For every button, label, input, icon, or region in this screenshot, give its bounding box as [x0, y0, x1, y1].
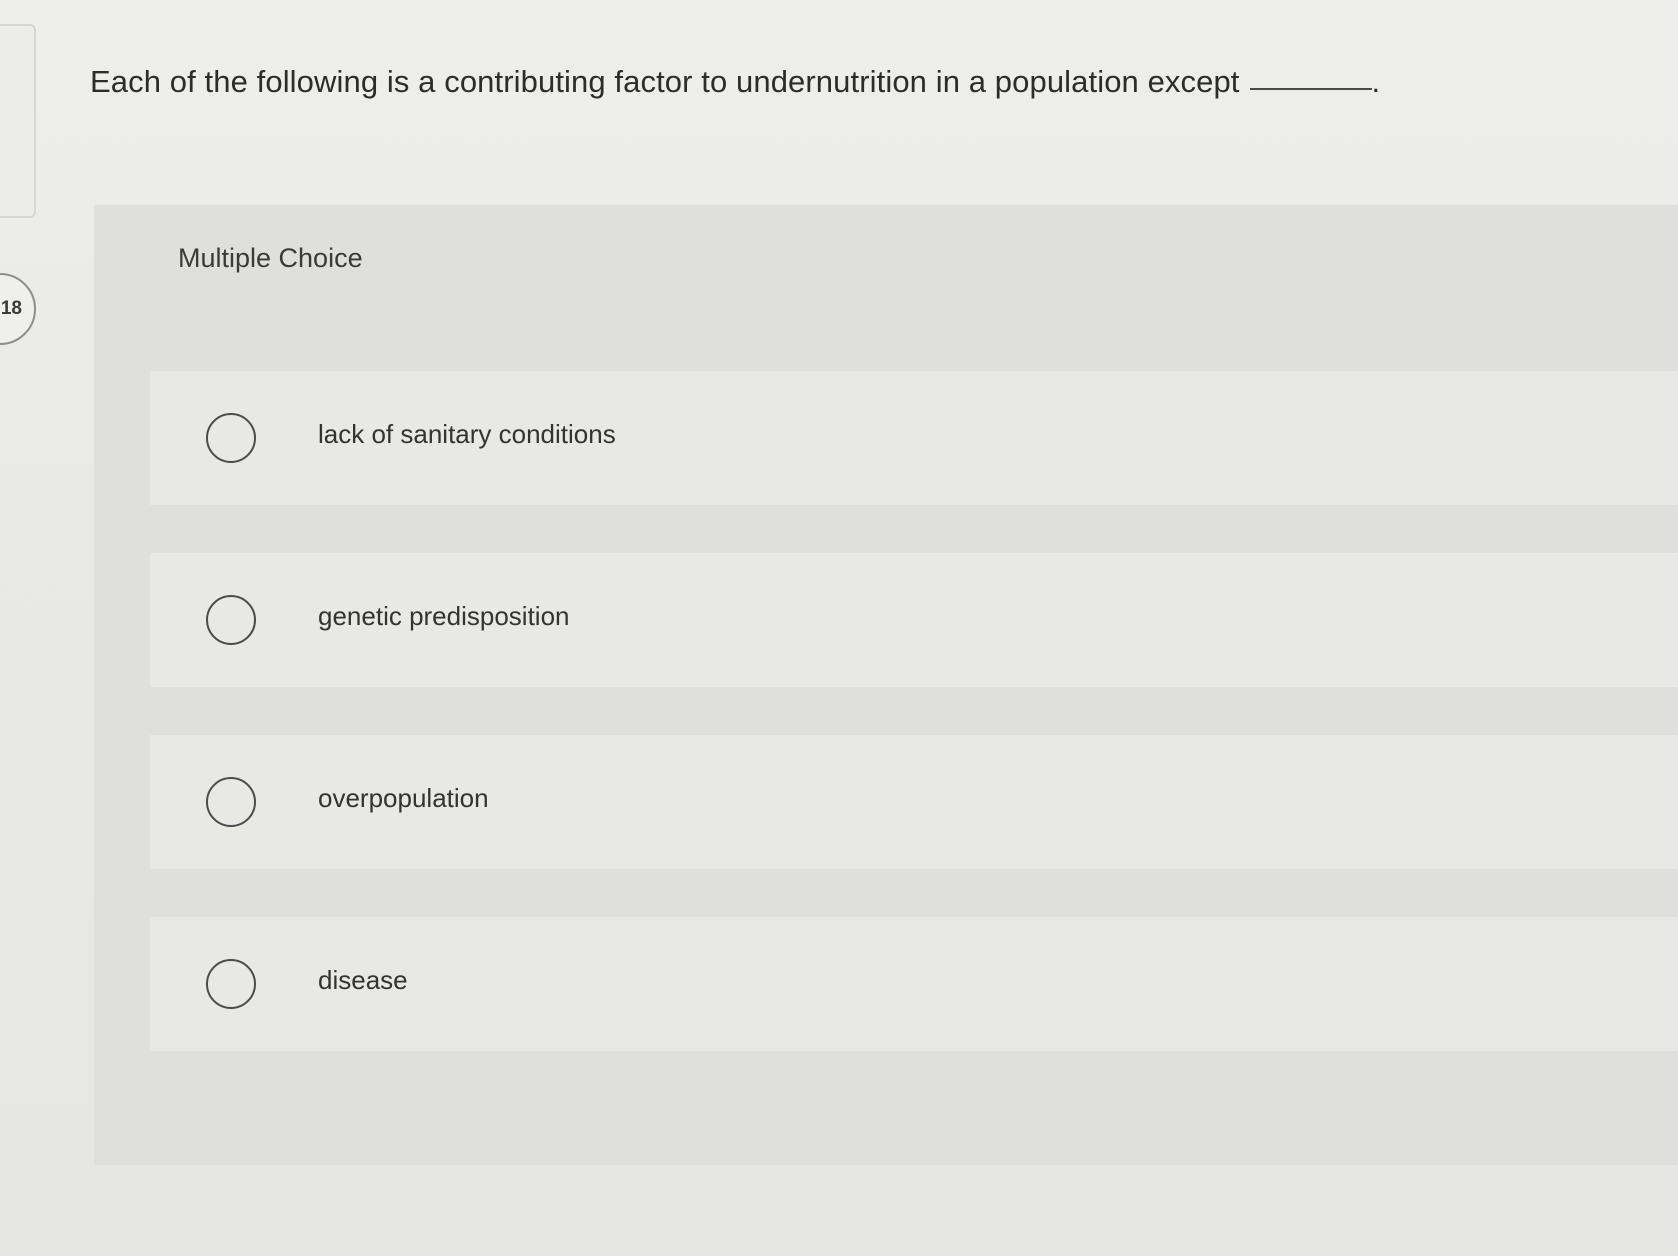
radio-unchecked-icon[interactable]	[206, 413, 256, 463]
side-tab	[0, 24, 36, 218]
answer-option[interactable]: genetic predisposition	[150, 553, 1678, 687]
question-text: Each of the following is a contributing …	[90, 64, 1240, 99]
question-type-label: Multiple Choice	[178, 243, 363, 273]
answer-option-label: genetic predisposition	[318, 601, 570, 631]
answer-option-label: overpopulation	[318, 783, 489, 813]
answer-blank	[1249, 88, 1372, 90]
answer-option[interactable]: overpopulation	[150, 735, 1678, 869]
answer-option[interactable]: disease	[150, 917, 1678, 1051]
answer-option[interactable]: lack of sanitary conditions	[150, 371, 1678, 505]
blank-suffix: .	[1371, 64, 1381, 99]
radio-unchecked-icon[interactable]	[206, 777, 256, 827]
answer-option-label: disease	[318, 965, 408, 995]
radio-unchecked-icon[interactable]	[206, 959, 256, 1009]
question-number-badge[interactable]: 18	[0, 273, 36, 345]
answer-option-label: lack of sanitary conditions	[318, 419, 616, 449]
question-prompt: Each of the following is a contributing …	[90, 64, 1380, 100]
question-number: 18	[0, 298, 22, 319]
radio-unchecked-icon[interactable]	[206, 595, 256, 645]
multiple-choice-panel: Multiple Choice lack of sanitary conditi…	[94, 205, 1678, 1165]
